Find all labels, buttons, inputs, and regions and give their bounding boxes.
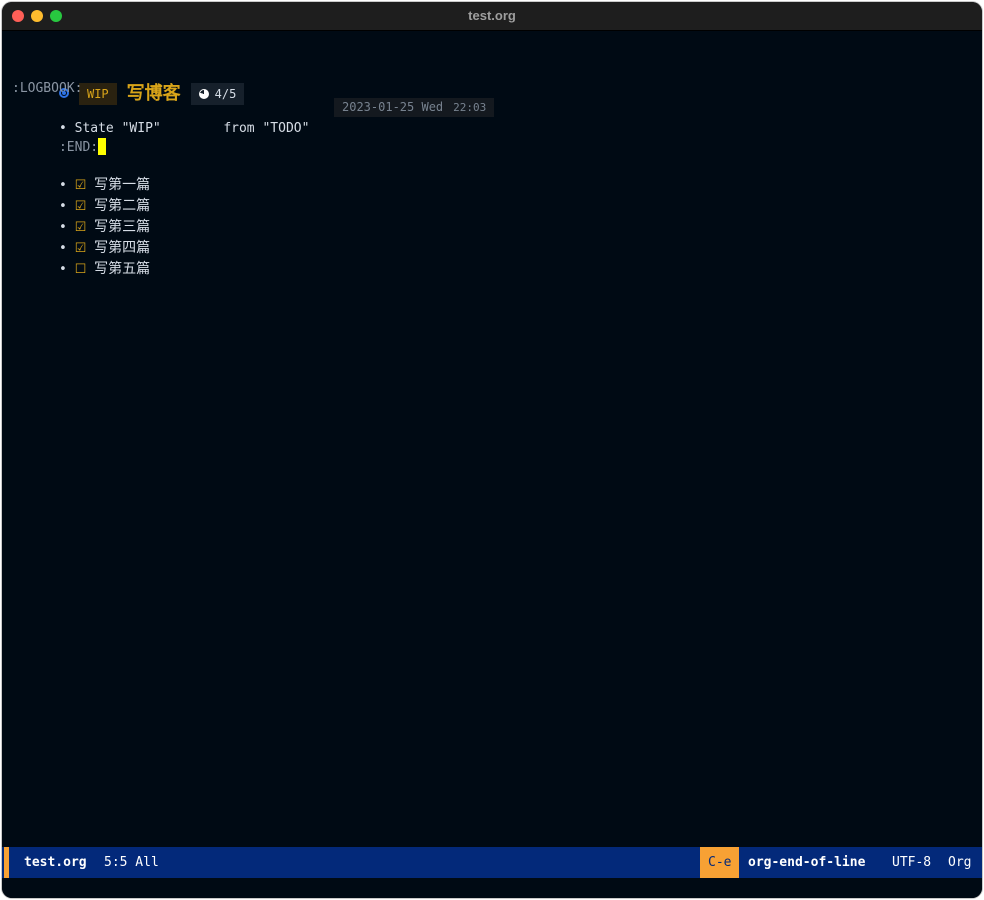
modeline-command: org-end-of-line	[748, 855, 866, 870]
modeline-encoding[interactable]: UTF-8	[892, 847, 931, 878]
logbook-entry[interactable]: • State "WIP" from "TODO" 2023-01-25 Wed…	[12, 97, 495, 136]
checklist-item[interactable]: • ☑ 写第三篇	[12, 196, 150, 235]
checklist-item-label: 写第五篇	[94, 261, 151, 277]
checklist-item[interactable]: • ☑ 写第四篇	[12, 217, 150, 256]
checkbox-unchecked-icon[interactable]: ☐	[75, 262, 87, 277]
text-cursor	[98, 137, 107, 155]
logbook-end: :END:	[58, 140, 99, 155]
logbook-end-line[interactable]: :END:	[12, 116, 107, 155]
window-title: test.org	[468, 8, 516, 23]
timestamp-time: 22:03	[453, 101, 487, 114]
emacs-window: test.org WIP 写博客 4/5 :LOGBOOK: • State "WI…	[2, 2, 982, 898]
checklist-item[interactable]: • ☑ 写第二篇	[12, 175, 150, 214]
checklist-item[interactable]: • ☐ 写第五篇	[12, 238, 150, 277]
logbook-entry-text: State "WIP" from "TODO"	[74, 121, 310, 136]
title-bar: test.org	[2, 2, 982, 31]
logbook-timestamp[interactable]: 2023-01-25 Wed 22:03	[334, 98, 495, 117]
modeline-keystroke: C-e	[700, 847, 740, 878]
modeline-major-mode[interactable]: Org	[948, 847, 971, 878]
list-bullet: •	[58, 262, 67, 277]
modeline-position: 5:5 All	[104, 855, 159, 870]
checklist-item[interactable]: • ☑ 写第一篇	[12, 154, 150, 193]
mode-line: test.org 5:5 All C-e org-end-of-line UTF…	[2, 847, 982, 878]
modeline-indicator	[4, 847, 9, 878]
editor-buffer[interactable]: WIP 写博客 4/5 :LOGBOOK: • State "WIP" from "…	[2, 31, 982, 847]
logbook-start[interactable]: :LOGBOOK:	[12, 78, 82, 99]
modeline-buffer-name[interactable]: test.org	[24, 847, 87, 878]
echo-area[interactable]	[2, 878, 982, 898]
timestamp-date: 2023-01-25 Wed	[342, 100, 444, 114]
